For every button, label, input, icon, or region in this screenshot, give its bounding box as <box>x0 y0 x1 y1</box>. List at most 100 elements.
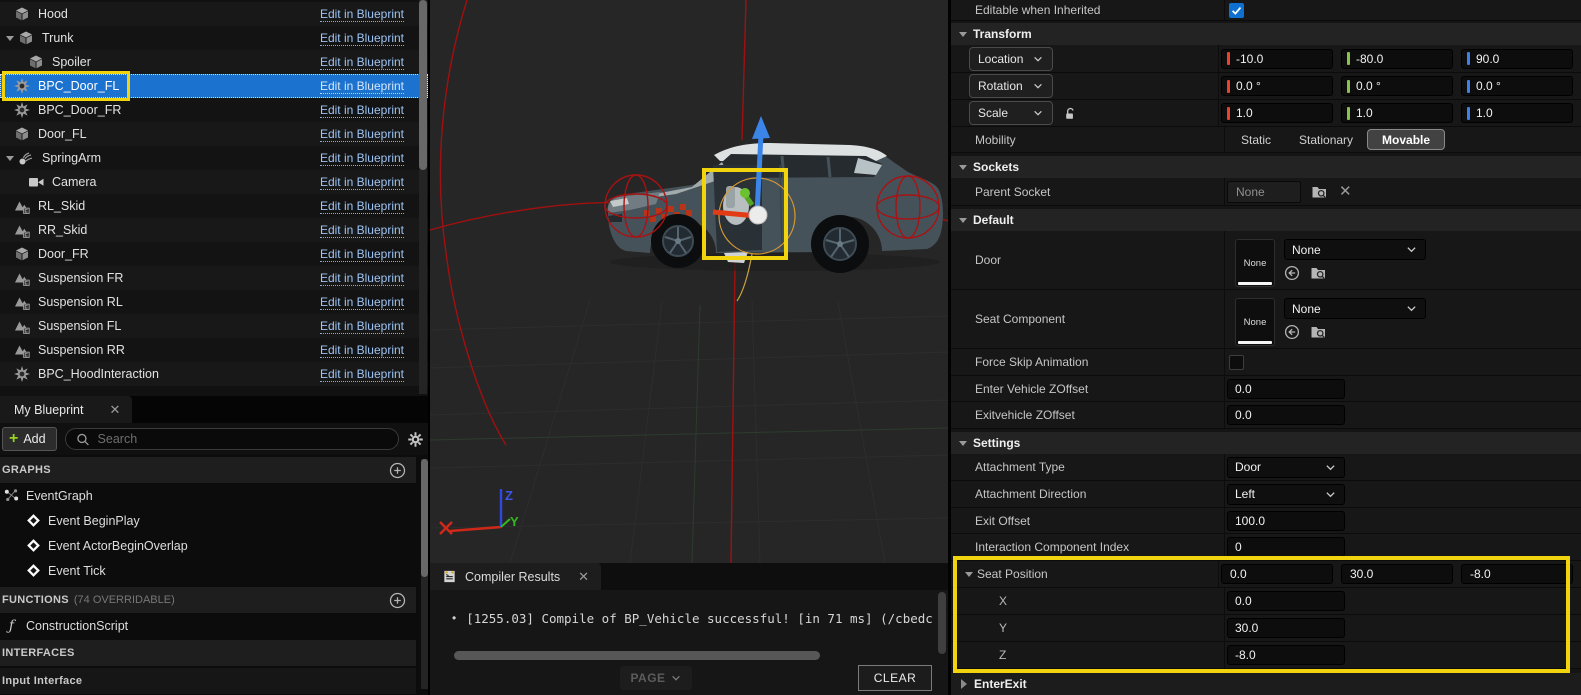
seat-asset-dropdown[interactable]: None <box>1284 298 1426 319</box>
use-selected-asset-icon[interactable] <box>1284 324 1300 340</box>
component-row[interactable]: Hood Edit in Blueprint <box>0 2 428 26</box>
scale-z-field[interactable]: 1.0 <box>1461 103 1573 123</box>
rotation-z-field[interactable]: 0.0 ° <box>1461 76 1573 96</box>
blueprint-scrollbar-thumb[interactable] <box>421 459 428 577</box>
gear-icon[interactable] <box>407 431 424 448</box>
functions-section-header[interactable]: FUNCTIONS (74 OVERRIDABLE) <box>0 587 416 613</box>
component-row[interactable]: Camera Edit in Blueprint <box>0 170 428 194</box>
x-field[interactable]: 0.0 <box>1227 591 1345 611</box>
close-icon[interactable]: ✕ <box>109 402 120 418</box>
component-row[interactable]: Door_FL Edit in Blueprint <box>0 122 428 146</box>
enterexit-section-header[interactable]: EnterExit <box>951 673 1581 695</box>
door-asset-thumbnail[interactable]: None <box>1235 239 1275 287</box>
compiler-scrollbar-thumb[interactable] <box>938 592 946 654</box>
blueprint-scrollbar[interactable] <box>421 459 428 689</box>
component-row[interactable]: BPC_HoodInteraction Edit in Blueprint <box>0 362 428 386</box>
page-dropdown[interactable]: PAGE <box>620 666 692 690</box>
mobility-stationary-button[interactable]: Stationary <box>1285 129 1367 150</box>
components-scrollbar-thumb[interactable] <box>419 0 427 170</box>
edit-in-blueprint-link[interactable]: Edit in Blueprint <box>320 127 404 142</box>
component-row[interactable]: Suspension RL Edit in Blueprint <box>0 290 428 314</box>
tab-compiler-results[interactable]: Compiler Results ✕ <box>430 563 601 590</box>
component-row[interactable]: Suspension FL Edit in Blueprint <box>0 314 428 338</box>
graph-item-event-tick[interactable]: Event Tick <box>0 558 416 583</box>
default-section-header[interactable]: Default <box>951 209 1581 231</box>
edit-in-blueprint-link[interactable]: Edit in Blueprint <box>320 271 404 286</box>
rotation-x-field[interactable]: 0.0 ° <box>1221 76 1333 96</box>
add-graph-icon[interactable] <box>389 462 406 479</box>
compiler-vertical-scrollbar[interactable] <box>938 592 946 662</box>
graph-item-event-actorbeginoverlap[interactable]: Event ActorBeginOverlap <box>0 533 416 558</box>
edit-in-blueprint-link[interactable]: Edit in Blueprint <box>320 79 404 94</box>
add-function-icon[interactable] <box>389 592 406 609</box>
component-row[interactable]: RR_Skid Edit in Blueprint <box>0 218 428 242</box>
browse-asset-icon[interactable] <box>1310 324 1326 340</box>
component-row[interactable]: Spoiler Edit in Blueprint <box>0 50 428 74</box>
use-selected-asset-icon[interactable] <box>1284 265 1300 281</box>
editable-when-inherited-checkbox[interactable] <box>1229 3 1244 18</box>
parent-socket-field[interactable]: None <box>1227 181 1301 203</box>
seat-position-z-field[interactable]: -8.0 <box>1461 564 1573 584</box>
rotation-dropdown[interactable]: Rotation <box>969 74 1053 98</box>
edit-in-blueprint-link[interactable]: Edit in Blueprint <box>320 247 404 262</box>
component-row[interactable]: SpringArm Edit in Blueprint <box>0 146 428 170</box>
edit-in-blueprint-link[interactable]: Edit in Blueprint <box>320 295 404 310</box>
location-x-field[interactable]: -10.0 <box>1221 49 1333 69</box>
interaction-component-index-field[interactable]: 0 <box>1227 537 1345 557</box>
edit-in-blueprint-link[interactable]: Edit in Blueprint <box>320 7 404 22</box>
z-field[interactable]: -8.0 <box>1227 645 1345 665</box>
collapse-arrow-icon[interactable] <box>959 441 967 446</box>
search-input[interactable] <box>98 432 388 446</box>
scale-y-field[interactable]: 1.0 <box>1341 103 1453 123</box>
seat-position-y-field[interactable]: 30.0 <box>1341 564 1453 584</box>
attachment-direction-dropdown[interactable]: Left <box>1227 484 1345 505</box>
seat-asset-thumbnail[interactable]: None <box>1235 298 1275 346</box>
y-field[interactable]: 30.0 <box>1227 618 1345 638</box>
component-row[interactable]: Suspension FR Edit in Blueprint <box>0 266 428 290</box>
sockets-section-header[interactable]: Sockets <box>951 156 1581 178</box>
component-row[interactable]: Door_FR Edit in Blueprint <box>0 242 428 266</box>
rotation-y-field[interactable]: 0.0 ° <box>1341 76 1453 96</box>
edit-in-blueprint-link[interactable]: Edit in Blueprint <box>320 343 404 358</box>
mobility-static-button[interactable]: Static <box>1227 129 1285 150</box>
clear-button[interactable]: CLEAR <box>858 665 932 691</box>
edit-in-blueprint-link[interactable]: Edit in Blueprint <box>320 175 404 190</box>
component-row[interactable]: Trunk Edit in Blueprint <box>0 26 428 50</box>
component-row[interactable]: RL_Skid Edit in Blueprint <box>0 194 428 218</box>
add-button[interactable]: + Add <box>2 427 57 451</box>
function-item-constructionscript[interactable]: ƒ ConstructionScript <box>0 613 416 638</box>
collapse-arrow-icon[interactable] <box>959 218 967 223</box>
clear-socket-icon[interactable]: ✕ <box>1339 184 1352 199</box>
graph-item-event-beginplay[interactable]: Event BeginPlay <box>0 508 416 533</box>
interfaces-section-header[interactable]: INTERFACES <box>0 640 416 666</box>
components-scrollbar[interactable] <box>419 0 427 394</box>
attachment-type-dropdown[interactable]: Door <box>1227 457 1345 478</box>
expand-arrow-icon[interactable] <box>6 36 14 41</box>
close-icon[interactable]: ✕ <box>578 569 589 585</box>
collapse-arrow-icon[interactable] <box>965 572 973 577</box>
enter-vehicle-zoffset-field[interactable]: 0.0 <box>1227 379 1345 399</box>
viewport-3d[interactable]: Z Y <box>430 0 948 563</box>
component-row-selected[interactable]: BPC_Door_FL Edit in Blueprint <box>0 74 428 98</box>
edit-in-blueprint-link[interactable]: Edit in Blueprint <box>320 55 404 70</box>
input-interface-section-header[interactable]: Input Interface <box>0 668 416 694</box>
tab-my-blueprint[interactable]: My Blueprint ✕ <box>0 396 132 423</box>
edit-in-blueprint-link[interactable]: Edit in Blueprint <box>320 319 404 334</box>
edit-in-blueprint-link[interactable]: Edit in Blueprint <box>320 103 404 118</box>
graph-item-eventgraph[interactable]: EventGraph <box>0 483 416 508</box>
expand-arrow-icon[interactable] <box>961 679 967 689</box>
edit-in-blueprint-link[interactable]: Edit in Blueprint <box>320 367 404 382</box>
force-skip-animation-checkbox[interactable] <box>1229 355 1244 370</box>
graphs-section-header[interactable]: GRAPHS <box>0 457 416 483</box>
scale-x-field[interactable]: 1.0 <box>1221 103 1333 123</box>
blueprint-search[interactable] <box>65 428 399 450</box>
lock-open-icon[interactable] <box>1063 106 1078 121</box>
edit-in-blueprint-link[interactable]: Edit in Blueprint <box>320 31 404 46</box>
scale-dropdown[interactable]: Scale <box>969 101 1053 125</box>
edit-in-blueprint-link[interactable]: Edit in Blueprint <box>320 151 404 166</box>
mobility-movable-button[interactable]: Movable <box>1367 129 1445 150</box>
settings-section-header[interactable]: Settings <box>951 432 1581 454</box>
compiler-message-row[interactable]: • [1255.03] Compile of BP_Vehicle succes… <box>452 611 934 626</box>
panel-divider[interactable] <box>428 0 430 695</box>
location-dropdown[interactable]: Location <box>969 47 1053 71</box>
